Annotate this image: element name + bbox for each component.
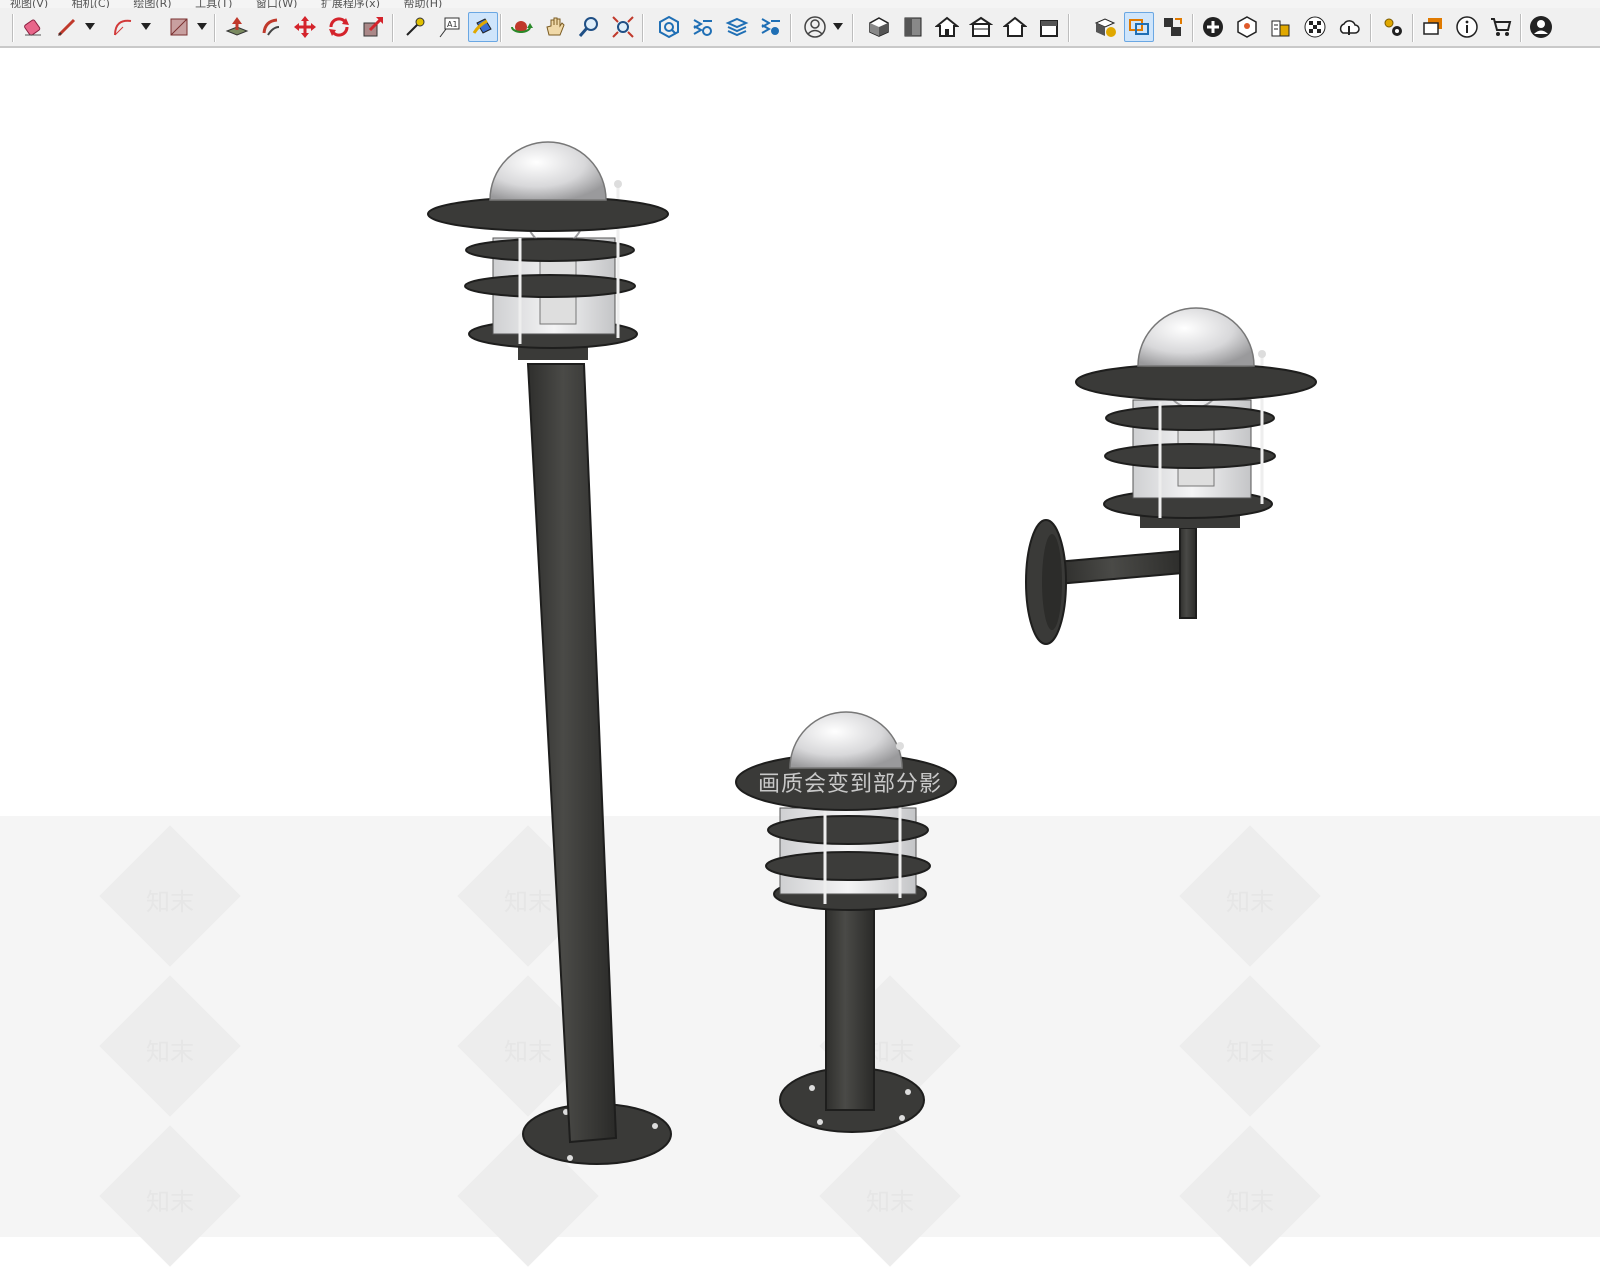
user-account-icon[interactable] [800,12,830,42]
chevron-down-icon[interactable] [832,12,844,42]
menu-item-window[interactable]: 窗口(W) [256,0,297,8]
layers-icon[interactable] [722,12,752,42]
push-pull-icon[interactable] [222,12,252,42]
zoom-icon[interactable] [574,12,604,42]
photo-textures-icon[interactable] [1266,12,1296,42]
svg-text:A1: A1 [447,20,458,29]
follow-me-icon[interactable] [256,12,286,42]
display-section-icon[interactable] [1124,12,1154,42]
orbit-icon[interactable] [506,12,536,42]
chevron-down-icon[interactable] [84,12,96,42]
cart-icon[interactable] [1486,12,1516,42]
settings-gears-icon[interactable] [1378,12,1408,42]
info-icon[interactable] [1452,12,1482,42]
section-plane-icon[interactable] [1090,12,1120,42]
scale-icon[interactable] [358,12,388,42]
overlay-watermark-text: 画质会变到部分影 [758,772,943,797]
checker-icon[interactable] [1300,12,1330,42]
menu-item-camera[interactable]: 相机(C) [72,0,110,8]
chevron-down-icon[interactable] [196,12,208,42]
extension-warehouse-icon[interactable] [688,12,718,42]
toolbar: A1 [0,8,1600,48]
eraser-icon[interactable] [18,12,48,42]
iso-view-icon[interactable] [864,12,894,42]
move-icon[interactable] [290,12,320,42]
menu-item-extensions[interactable]: 扩展程序(x) [321,0,380,8]
tall-bollard-lamp[interactable] [427,141,672,1165]
cloud-upload-icon[interactable] [1334,12,1364,42]
zoom-extents-icon[interactable] [608,12,638,42]
menu-item-tools[interactable]: 工具(T) [195,0,232,8]
top-view-icon[interactable] [898,12,928,42]
pan-icon[interactable] [540,12,570,42]
menu-item-view[interactable]: 视图(V) [10,0,48,8]
rotate-icon[interactable] [324,12,354,42]
right-view-icon[interactable] [966,12,996,42]
drawing-viewport[interactable]: 知末 知末 知末 知末 知末 知末 知末 知末 知末 知末 画质会变到部分影 [0,48,1600,1267]
toggle-terrain-icon[interactable] [1232,12,1262,42]
text-label-icon[interactable]: A1 [434,12,464,42]
model-scene[interactable] [0,48,1600,1237]
add-location-icon[interactable] [1198,12,1228,42]
menu-bar: 视图(V) 相机(C) 绘图(R) 工具(T) 窗口(W) 扩展程序(x) 帮助… [0,0,1600,8]
tape-measure-icon[interactable] [400,12,430,42]
warehouse-icon[interactable] [654,12,684,42]
arc-icon[interactable] [108,12,138,42]
extension-manager-icon[interactable] [756,12,786,42]
paint-bucket-icon[interactable] [468,12,498,42]
rectangle-icon[interactable] [164,12,194,42]
dialog-icon[interactable] [1418,12,1448,42]
menu-item-draw[interactable]: 绘图(R) [133,0,171,8]
left-view-icon[interactable] [1034,12,1064,42]
section-cuts-icon[interactable] [1158,12,1188,42]
menu-item-help[interactable]: 帮助(H) [403,0,442,8]
wall-mounted-lamp[interactable] [1025,307,1317,645]
pencil-line-icon[interactable] [52,12,82,42]
back-view-icon[interactable] [1000,12,1030,42]
front-view-icon[interactable] [932,12,962,42]
profile-icon[interactable] [1526,12,1556,42]
chevron-down-icon[interactable] [140,12,152,42]
